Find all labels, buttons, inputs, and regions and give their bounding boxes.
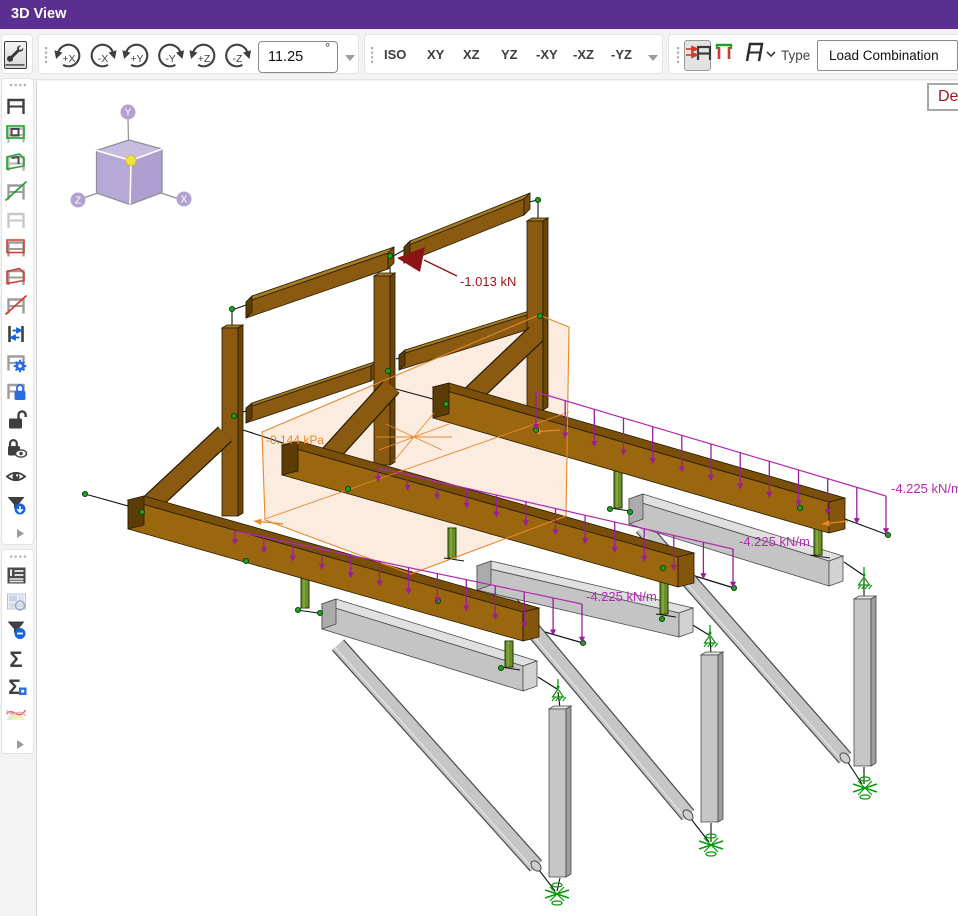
svg-text:-4.225 kN/m: -4.225 kN/m (586, 589, 657, 604)
svg-text:Z: Z (75, 196, 81, 207)
svg-text:-Y: -Y (165, 53, 176, 65)
svg-text:+X: +X (62, 53, 75, 65)
svg-text:-1.013 kN: -1.013 kN (460, 274, 516, 289)
svg-text:-X: -X (98, 53, 109, 65)
svg-text:+Z: +Z (198, 53, 211, 65)
svg-text:Σ: Σ (8, 676, 21, 699)
svg-text:-4.225 kN/m: -4.225 kN/m (891, 481, 958, 496)
svg-text:-Z: -Z (233, 53, 243, 65)
svg-text:-4.225 kN/m: -4.225 kN/m (739, 534, 810, 549)
svg-text:Σ: Σ (9, 647, 22, 672)
svg-text:-0.144 kPa: -0.144 kPa (266, 433, 324, 447)
svg-text:Y: Y (125, 108, 132, 119)
svg-text:X: X (181, 195, 188, 206)
svg-text:+Y: +Y (130, 53, 143, 65)
